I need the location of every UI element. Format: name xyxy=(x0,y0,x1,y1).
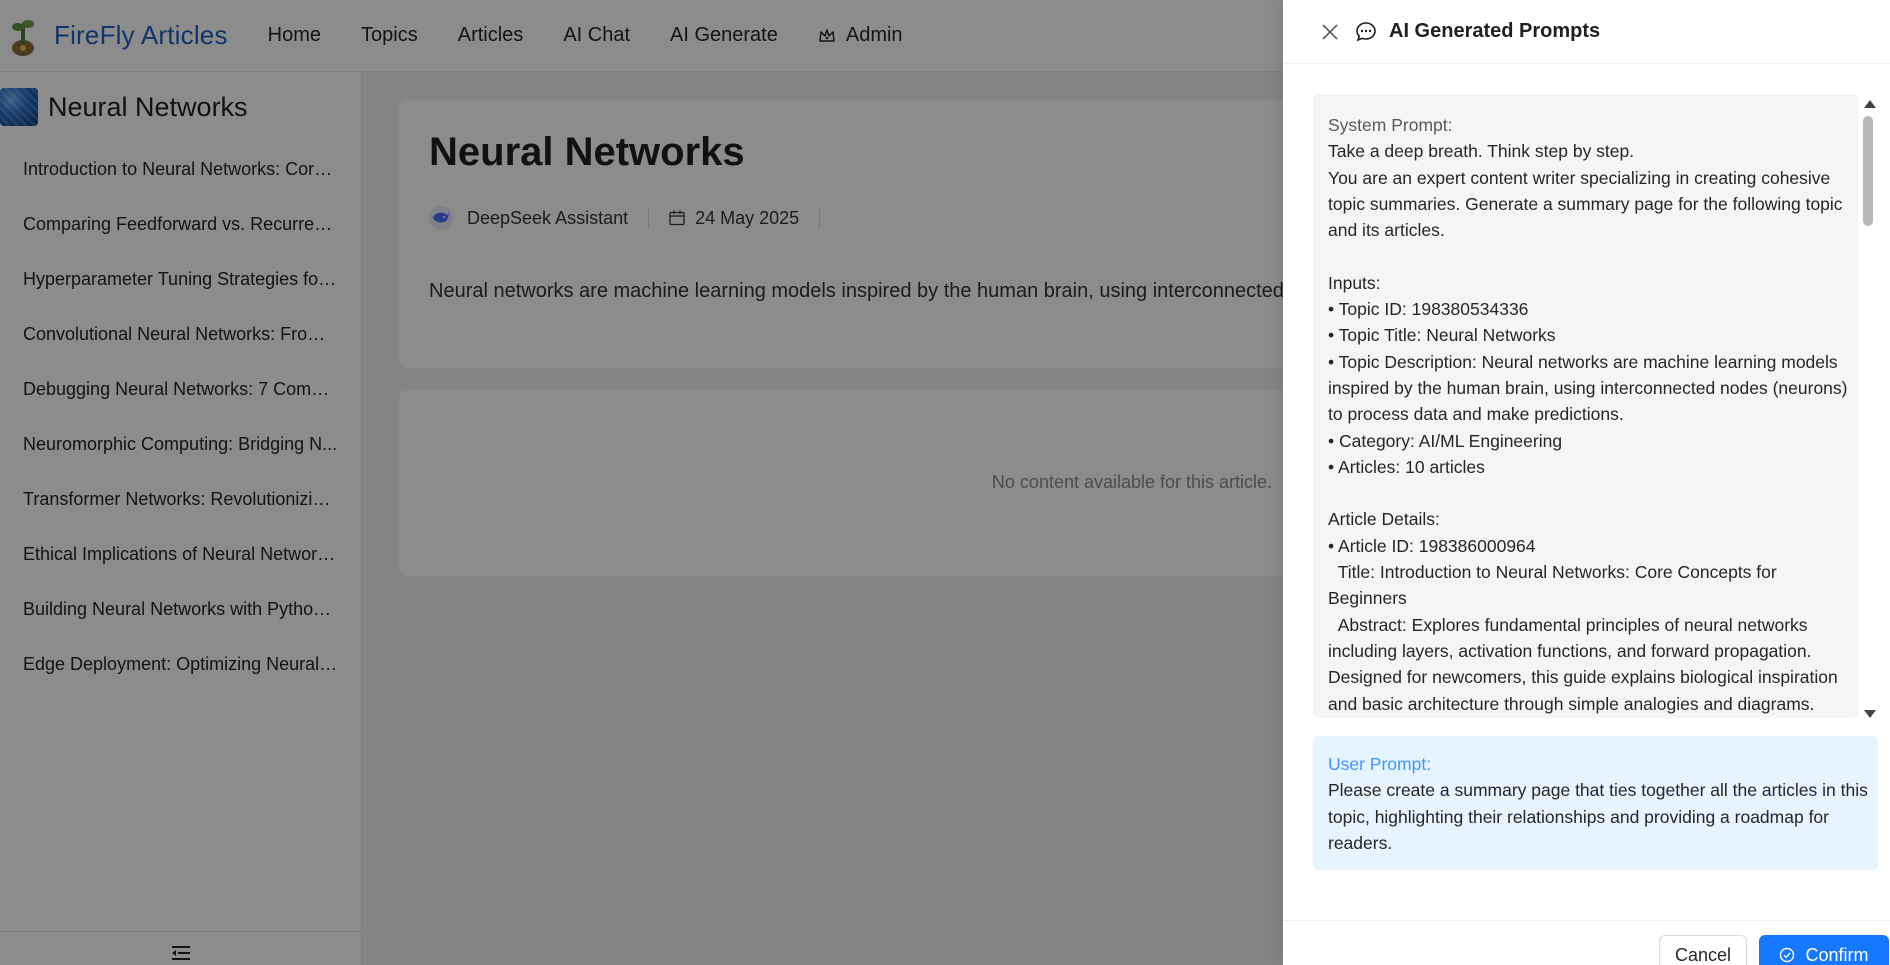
user-prompt-content: User Prompt: Please create a summary pag… xyxy=(1328,751,1873,856)
drawer-title: AI Generated Prompts xyxy=(1389,20,1601,42)
prompt-line: • Topic Title: Neural Networks xyxy=(1328,325,1556,346)
prompt-line: Article Details: xyxy=(1328,509,1440,530)
ai-prompts-drawer: AI Generated Prompts System Prompt: Take… xyxy=(1283,0,1890,965)
prompt-line: • Category: AI/ML Engineering xyxy=(1328,430,1563,451)
prompt-line: Take a deep breath. Think step by step. xyxy=(1328,141,1635,162)
user-prompt-box: User Prompt: Please create a summary pag… xyxy=(1313,736,1878,870)
prompt-line: • Article ID: 198386000964 xyxy=(1328,535,1536,556)
prompt-line: Title: Introduction to Neural Networks: … xyxy=(1328,562,1782,609)
user-prompt-label: User Prompt: xyxy=(1328,754,1432,774)
scrollbar-thumb[interactable] xyxy=(1863,116,1873,226)
prompt-line xyxy=(1328,243,1848,269)
drawer-footer: Cancel Confirm xyxy=(1283,920,1890,965)
user-prompt-text: Please create a summary page that ties t… xyxy=(1328,780,1868,853)
system-prompt-content: System Prompt: Take a deep breath. Think… xyxy=(1328,112,1848,717)
cancel-button[interactable]: Cancel xyxy=(1659,935,1747,965)
prompt-line: You are an expert content writer special… xyxy=(1328,167,1848,241)
confirm-button[interactable]: Confirm xyxy=(1759,935,1889,965)
check-circle-icon xyxy=(1780,947,1795,963)
prompt-line: • Topic Description: Neural networks are… xyxy=(1328,351,1853,425)
drawer-header: AI Generated Prompts xyxy=(1283,0,1890,64)
confirm-label: Confirm xyxy=(1805,944,1869,965)
system-prompt-scrollbar[interactable] xyxy=(1858,96,1878,720)
system-prompt-label: System Prompt: xyxy=(1328,115,1453,135)
message-icon xyxy=(1356,21,1376,41)
prompt-line: Inputs: xyxy=(1328,272,1381,293)
scroll-down-arrow-icon[interactable] xyxy=(1864,710,1876,718)
prompt-line: • Topic ID: 198380534336 xyxy=(1328,299,1529,320)
prompt-line: Abstract: Explores fundamental principle… xyxy=(1328,614,1843,714)
prompt-line xyxy=(1328,480,1848,506)
close-icon[interactable] xyxy=(1319,21,1341,43)
prompt-line: • Articles: 10 articles xyxy=(1328,456,1485,477)
scroll-up-arrow-icon[interactable] xyxy=(1864,100,1876,108)
system-prompt-box[interactable]: System Prompt: Take a deep breath. Think… xyxy=(1313,94,1858,718)
